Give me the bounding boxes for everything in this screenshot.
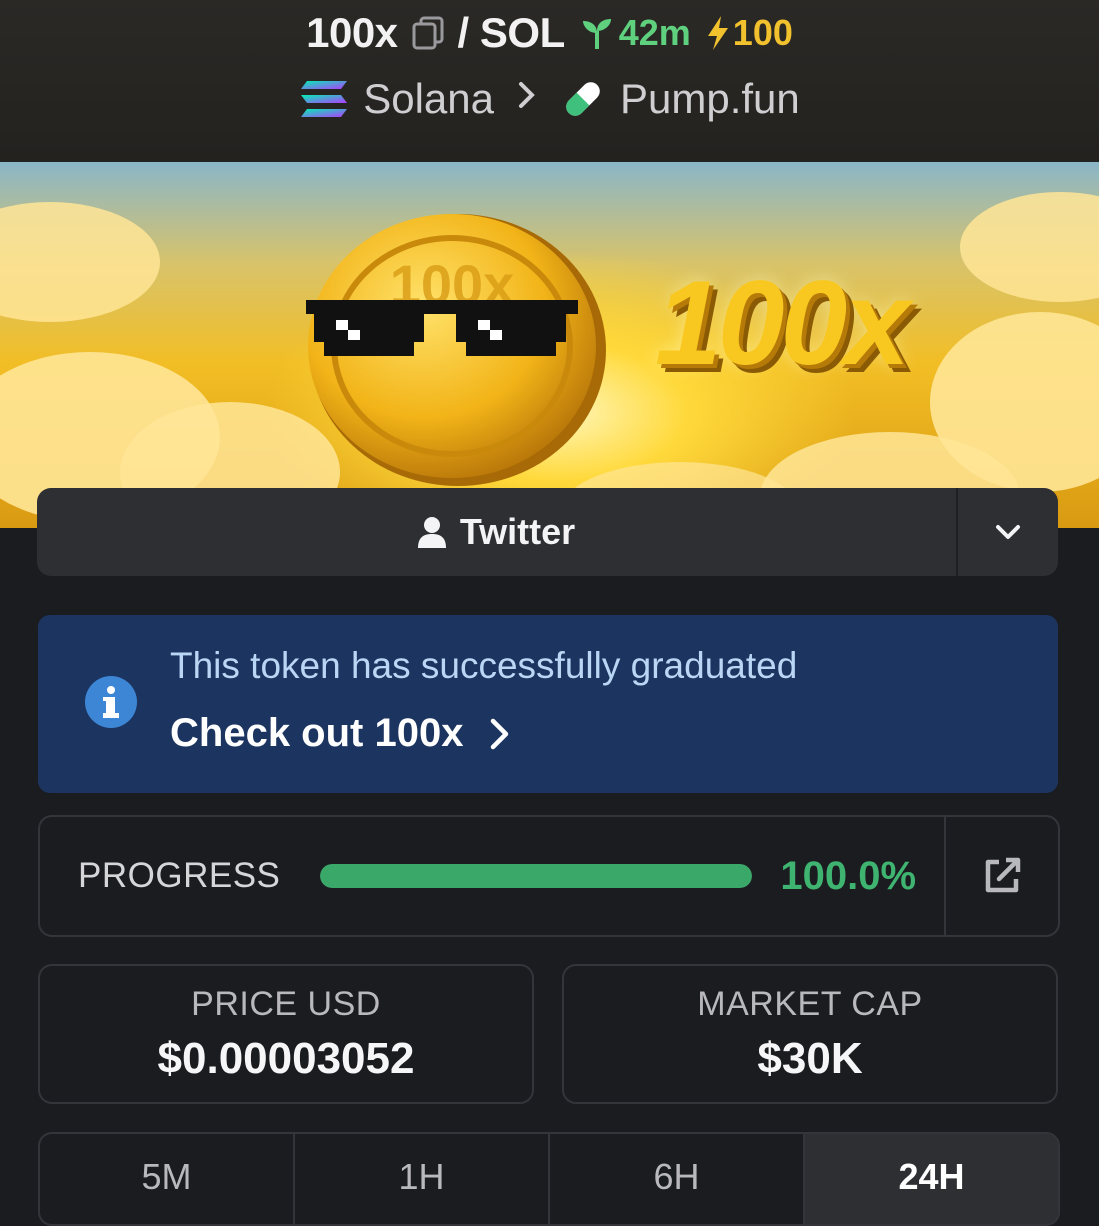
graduated-message: This token has successfully graduated: [170, 645, 798, 686]
dex-name: Pump.fun: [620, 75, 800, 122]
price-usd-value: $0.00003052: [157, 1033, 415, 1083]
cloud: [960, 192, 1099, 302]
token-banner-image: 100x 100x: [0, 162, 1099, 528]
chain-name: Solana: [363, 75, 494, 122]
price-usd-card: PRICE USD $0.00003052: [38, 964, 534, 1104]
boost-badge[interactable]: 100: [705, 12, 793, 54]
socials-bar: Twitter: [37, 488, 1058, 576]
banner-title: 100x: [655, 256, 910, 390]
progress-main: PROGRESS 100.0%: [40, 817, 944, 935]
graduated-notice: This token has successfully graduated Ch…: [38, 615, 1058, 793]
cloud: [0, 202, 160, 322]
tab-6h[interactable]: 6H: [550, 1134, 805, 1224]
info-icon: [85, 676, 137, 728]
progress-bar: [320, 864, 753, 888]
copy-icon[interactable]: [412, 16, 444, 50]
tab-24h[interactable]: 24H: [805, 1134, 1058, 1224]
progress-bar-fill: [320, 864, 753, 888]
progress-label: PROGRESS: [78, 856, 281, 895]
socials-dropdown-button[interactable]: [956, 488, 1058, 576]
sprout-icon: [582, 19, 611, 49]
market-cap-card: MARKET CAP $30K: [562, 964, 1058, 1104]
progress-value: 100.0%: [780, 853, 917, 898]
chevron-right-icon: [491, 718, 509, 749]
price-usd-label: PRICE USD: [191, 984, 381, 1023]
boost-value: 100: [732, 12, 793, 53]
external-link-icon: [985, 857, 1021, 893]
lightning-icon: [707, 16, 728, 50]
pill-icon: [566, 82, 600, 116]
check-out-label: Check out 100x: [170, 711, 464, 755]
market-cap-value: $30K: [757, 1033, 863, 1083]
chevron-down-icon: [996, 525, 1020, 539]
pair-age-value: 42m: [618, 12, 691, 53]
user-icon: [417, 517, 446, 548]
pair-title-row: 100x / SOL 42m 100: [0, 8, 1099, 58]
market-cap-label: MARKET CAP: [697, 984, 923, 1023]
coin-graphic: 100x: [300, 212, 610, 497]
twitter-button[interactable]: Twitter: [37, 488, 956, 576]
chain-link[interactable]: Solana: [299, 75, 494, 123]
solana-icon: [301, 81, 348, 117]
dex-link[interactable]: Pump.fun: [560, 75, 800, 123]
quote-symbol: / SOL: [457, 9, 566, 56]
tab-1h[interactable]: 1H: [295, 1134, 550, 1224]
twitter-label: Twitter: [459, 511, 576, 552]
check-out-link[interactable]: Check out 100x: [170, 711, 511, 756]
progress-external-link[interactable]: [944, 817, 1058, 935]
pair-age: 42m: [579, 12, 691, 54]
pair-header: 100x / SOL 42m 100 Solana Pump.fun: [0, 0, 1099, 162]
chevron-right-icon: [516, 79, 538, 120]
breadcrumb: Solana Pump.fun: [0, 72, 1099, 126]
token-symbol: 100x: [306, 9, 398, 56]
bonding-progress: PROGRESS 100.0%: [38, 815, 1060, 937]
tab-5m[interactable]: 5M: [40, 1134, 295, 1224]
timeframe-tabs: 5M 1H 6H 24H: [38, 1132, 1060, 1226]
